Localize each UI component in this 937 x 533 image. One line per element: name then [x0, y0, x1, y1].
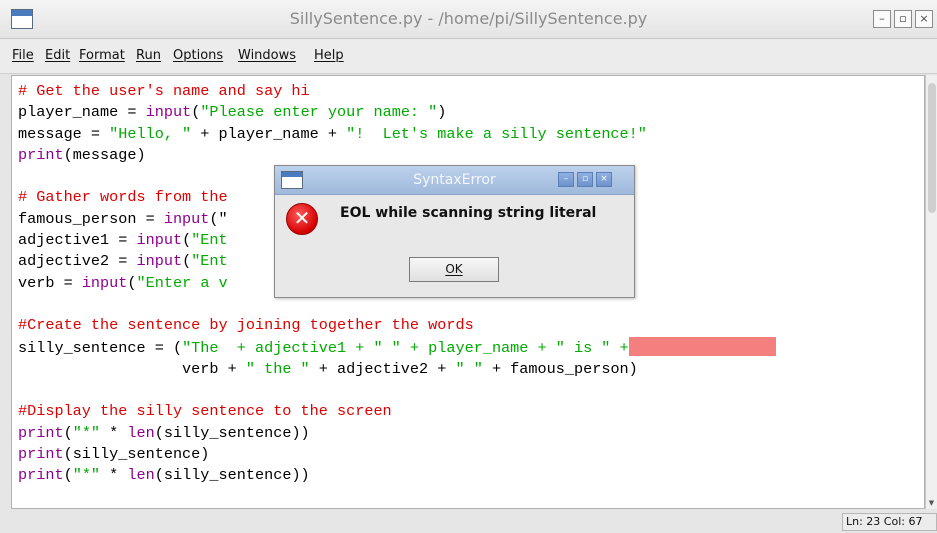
code-line: print("*" * len(silly_sentence)) — [18, 424, 310, 442]
code-line: message = "Hello, " + player_name + "! L… — [18, 125, 647, 143]
code-token-plain: + famous_person) — [482, 359, 638, 378]
menu-edit[interactable]: Edit — [45, 48, 70, 63]
code-token-string: "*" — [72, 466, 101, 485]
code-line: verb = input("Enter a v — [18, 274, 228, 292]
code-token-string: " " — [455, 359, 483, 378]
code-token-plain: ( — [127, 273, 137, 292]
code-token-plain: ( — [191, 103, 201, 122]
vertical-scrollbar[interactable]: ▼ — [925, 75, 937, 509]
code-token-string: "Ent — [191, 231, 228, 250]
code-token-plain: (silly_sentence)) — [154, 423, 310, 442]
close-button[interactable]: × — [915, 10, 933, 28]
error-icon: ✕ — [286, 203, 318, 235]
code-line: verb + " the " + adjective2 + " " + famo… — [18, 360, 638, 378]
code-line: adjective1 = input("Ent — [18, 231, 228, 249]
code-token-plain: ) — [437, 103, 447, 122]
code-token-comment: # Get the user's name and say hi — [18, 82, 310, 100]
dialog-close-button[interactable]: × — [596, 172, 612, 187]
code-line: #Create the sentence by joining together… — [18, 316, 474, 334]
code-token-plain: (silly_sentence)) — [154, 466, 310, 485]
code-token-string: "Please enter your name: " — [200, 103, 438, 122]
dialog-minimize-button[interactable]: – — [558, 172, 574, 187]
menu-file[interactable]: File — [12, 48, 34, 63]
ok-button[interactable]: OK — [409, 257, 499, 282]
scroll-down-arrow-icon[interactable]: ▼ — [926, 499, 937, 509]
menu-format[interactable]: Format — [79, 48, 125, 63]
code-token-plain: ( — [182, 252, 192, 271]
code-token-plain: ( — [63, 466, 73, 485]
menu-options[interactable]: Options — [173, 48, 223, 63]
code-token-builtin: len — [127, 466, 155, 485]
code-token-plain: player_name = — [18, 103, 146, 122]
code-token-builtin: len — [127, 423, 155, 442]
code-token-comment: #Display the silly sentence to the scree… — [18, 402, 392, 421]
code-token-plain: message = — [18, 124, 110, 143]
cursor-position-status: Ln: 23 Col: 67 — [842, 513, 937, 531]
menu-bar: File Edit Format Run Options Windows Hel… — [0, 39, 937, 74]
code-token-builtin: input — [145, 103, 192, 122]
code-token-builtin: print — [18, 145, 64, 164]
code-line: #Display the silly sentence to the scree… — [18, 402, 392, 420]
code-token-plain: * — [100, 466, 128, 485]
code-token-plain: ( — [63, 423, 73, 442]
code-token-plain: verb + — [18, 359, 246, 378]
code-token-string: "Ent — [191, 252, 228, 271]
scrollbar-thumb[interactable] — [928, 83, 936, 213]
code-token-plain: + player_name + — [191, 124, 347, 143]
window-title: SillySentence.py - /home/pi/SillySentenc… — [289, 9, 648, 28]
code-line: # Gather words from the — [18, 188, 228, 206]
window-titlebar[interactable]: SillySentence.py - /home/pi/SillySentenc… — [0, 0, 937, 39]
code-token-builtin: input — [136, 231, 183, 250]
code-line: player_name = input("Please enter your n… — [18, 103, 446, 121]
code-line: print(message) — [18, 146, 146, 164]
menu-windows[interactable]: Windows — [238, 48, 296, 63]
status-bar: Ln: 23 Col: 67 — [0, 509, 937, 533]
maximize-button[interactable]: ▫ — [894, 10, 912, 28]
code-token-string: "Enter a v — [136, 273, 228, 292]
code-line: silly_sentence = ("The + adjective1 + " … — [18, 336, 776, 357]
code-token-builtin: print — [18, 423, 64, 442]
code-token-plain: + adjective2 + — [309, 359, 456, 378]
code-token-plain: (" — [209, 209, 228, 228]
dialog-maximize-button[interactable]: ▫ — [577, 172, 593, 187]
code-token-string: "The + adjective1 + " " + player_name + … — [182, 338, 629, 357]
menu-help[interactable]: Help — [314, 48, 344, 63]
code-line: adjective2 = input("Ent — [18, 252, 228, 270]
code-token-string: "! Let's make a silly sentence!" — [346, 124, 647, 143]
code-token-plain: adjective2 = — [18, 252, 137, 271]
code-token-string: " the " — [245, 359, 310, 378]
syntax-error-highlight — [628, 336, 776, 356]
code-token-string: "*" — [72, 423, 101, 442]
code-token-builtin: input — [163, 209, 210, 228]
code-token-builtin: input — [136, 252, 183, 271]
code-token-plain: ( — [182, 231, 192, 250]
code-token-plain: famous_person = — [18, 209, 164, 228]
code-token-plain: verb = — [18, 273, 82, 292]
code-token-plain: (message) — [63, 145, 146, 164]
code-token-builtin: input — [81, 273, 128, 292]
menu-run[interactable]: Run — [136, 48, 161, 63]
code-token-plain: * — [100, 423, 128, 442]
code-token-plain: (silly_sentence) — [63, 445, 210, 464]
dialog-titlebar[interactable]: SyntaxError – ▫ × — [275, 166, 634, 195]
syntax-error-dialog: SyntaxError – ▫ × ✕ EOL while scanning s… — [274, 165, 635, 298]
code-token-comment: #Create the sentence by joining together… — [18, 316, 474, 335]
code-token-comment: # Gather words from the — [18, 188, 228, 207]
minimize-button[interactable]: – — [873, 10, 891, 28]
code-line: # Get the user's name and say hi — [18, 82, 310, 100]
code-token-plain: adjective1 = — [18, 231, 137, 250]
code-line: print(silly_sentence) — [18, 445, 209, 463]
code-token-string: "Hello, " — [109, 124, 192, 143]
code-line: print("*" * len(silly_sentence)) — [18, 466, 310, 484]
code-token-plain: silly_sentence = ( — [18, 338, 183, 357]
code-token-builtin: print — [18, 466, 64, 485]
error-message: EOL while scanning string literal — [340, 205, 597, 221]
code-token-builtin: print — [18, 445, 64, 464]
